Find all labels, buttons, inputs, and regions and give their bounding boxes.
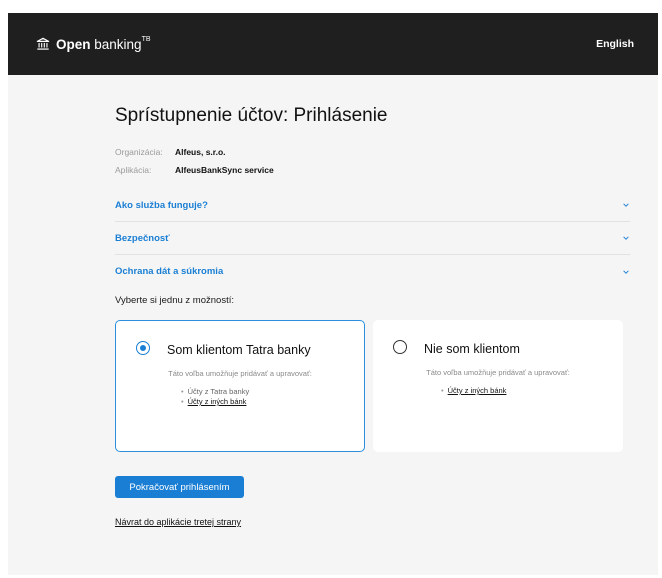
chevron-down-icon	[623, 236, 629, 240]
accordion-label: Ako služba funguje?	[115, 199, 208, 211]
other-banks-link[interactable]: Účty z iných bánk	[188, 397, 247, 406]
chevron-down-icon	[623, 269, 629, 274]
back-to-third-party-link[interactable]: Návrat do aplikácie tretej strany	[115, 517, 241, 527]
option-not-client[interactable]: Nie som klientom Táto voľba umožňuje pri…	[373, 320, 623, 452]
application-label: Aplikácia:	[115, 165, 152, 175]
application-value: AlfeusBankSync service	[175, 165, 274, 175]
other-banks-link[interactable]: Účty z iných bánk	[448, 386, 507, 395]
brand-name-rest: banking	[90, 36, 142, 52]
option-title: Nie som klientom	[424, 342, 520, 356]
page-title: Sprístupnenie účtov: Prihlásenie	[115, 105, 388, 126]
list-item: • Účty z iných bánk	[181, 397, 247, 406]
top-bar: Open bankingTB English	[8, 13, 658, 75]
option-tatra-client[interactable]: Som klientom Tatra banky Táto voľba umož…	[115, 320, 365, 452]
organization-row: Organizácia: Alfeus, s.r.o.	[115, 147, 226, 157]
list-item: • Účty z Tatra banky	[181, 387, 250, 396]
option-feature-list: • Účty z iných bánk	[441, 386, 506, 396]
option-description: Táto voľba umožňuje pridávať a upravovať…	[168, 369, 312, 378]
chevron-down-icon	[623, 203, 629, 207]
choose-option-label: Vyberte si jednu z možností:	[115, 295, 234, 306]
option-feature-list: • Účty z Tatra banky • Účty z iných bánk	[181, 387, 249, 407]
main-content: Sprístupnenie účtov: Prihlásenie Organiz…	[8, 75, 658, 575]
option-title: Som klientom Tatra banky	[167, 343, 311, 357]
radio-selected[interactable]	[136, 341, 150, 355]
list-item: • Účty z iných bánk	[441, 386, 507, 395]
accordion-label: Ochrana dát a súkromia	[115, 266, 224, 277]
accordion-privacy[interactable]: Ochrana dát a súkromia	[115, 255, 630, 288]
page: Open bankingTB English Sprístupnenie účt…	[0, 0, 662, 578]
feature-text: Účty z Tatra banky	[187, 387, 250, 396]
bank-icon	[36, 37, 50, 50]
accordion-how-it-works[interactable]: Ako služba funguje?	[115, 189, 630, 222]
application-row: Aplikácia: AlfeusBankSync service	[115, 165, 274, 175]
brand-logo: Open bankingTB	[36, 36, 151, 52]
organization-value: Alfeus, s.r.o.	[175, 147, 226, 157]
accordion-security[interactable]: Bezpečnosť	[115, 222, 630, 255]
accordion-label: Bezpečnosť	[115, 232, 170, 244]
language-switch[interactable]: English	[596, 38, 634, 50]
brand-name-bold: Open	[56, 36, 91, 52]
option-description: Táto voľba umožňuje pridávať a upravovať…	[426, 368, 570, 377]
brand-superscript: TB	[141, 36, 151, 43]
organization-label: Organizácia:	[115, 147, 163, 157]
continue-login-button[interactable]: Pokračovať prihlásením	[115, 476, 244, 498]
radio-unselected[interactable]	[393, 340, 407, 354]
